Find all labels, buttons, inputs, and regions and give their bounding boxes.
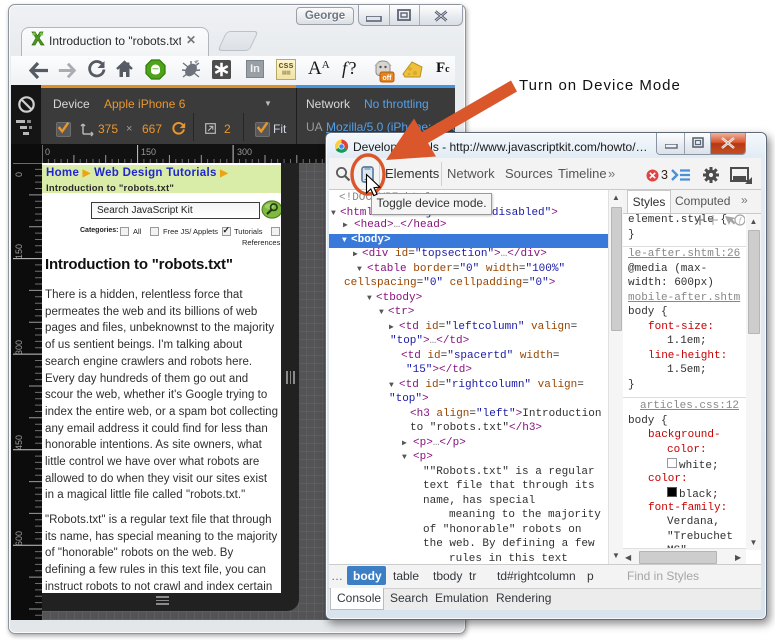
svg-text:f: f (739, 216, 743, 225)
svg-text:off: off (383, 75, 393, 82)
